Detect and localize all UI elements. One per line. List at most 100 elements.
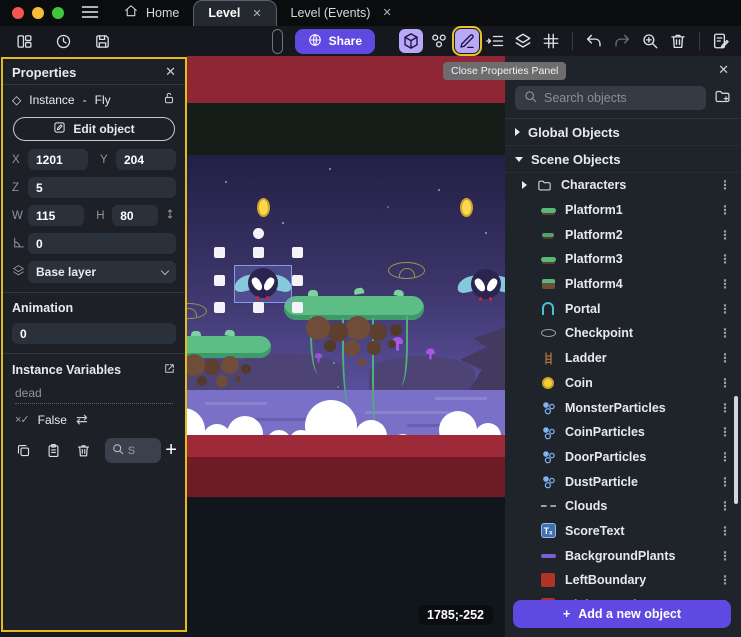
object-list-item-doorparticles[interactable]: DoorParticles⋮ [505,445,741,470]
object-list-item-backgroundplants[interactable]: BackgroundPlants⋮ [505,543,741,568]
objects-search-input[interactable] [544,91,697,105]
aspect-ratio-link-icon[interactable] [164,208,176,223]
animation-input[interactable] [12,323,176,344]
panels-icon[interactable] [12,29,36,53]
object-list-item-portal[interactable]: Portal⋮ [505,296,741,321]
coin-instance[interactable] [460,198,473,217]
kebab-menu-icon[interactable]: ⋮ [719,178,741,192]
objects-search[interactable] [515,86,706,110]
hamburger-menu-icon[interactable] [74,2,110,26]
object-list-item-platform2[interactable]: Platform2⋮ [505,222,741,247]
swap-value-icon[interactable]: ⇄ [76,411,88,428]
close-objects-panel-icon[interactable]: ✕ [718,62,729,78]
kebab-menu-icon[interactable]: ⋮ [719,228,741,242]
external-link-icon[interactable] [163,362,176,378]
kebab-menu-icon[interactable]: ⋮ [719,326,741,340]
y-input[interactable] [116,149,176,170]
variable-name[interactable]: dead [15,386,173,404]
redo-icon[interactable] [610,29,634,53]
grid-icon[interactable] [539,29,563,53]
z-input[interactable] [28,177,176,198]
object-list-item-scoretext[interactable]: TₓScoreText⋮ [505,519,741,544]
resize-handle[interactable] [292,247,303,258]
object-list-item-platform3[interactable]: Platform3⋮ [505,247,741,272]
history-icon[interactable] [51,29,75,53]
lock-open-icon[interactable] [162,91,176,108]
object-list-item-leftboundary[interactable]: LeftBoundary⋮ [505,568,741,593]
duplicate-variable-icon[interactable] [11,439,37,463]
width-input[interactable] [28,205,84,226]
delete-variable-icon[interactable] [71,439,97,463]
variable-search-input[interactable] [128,445,155,457]
object-list-item-ladder[interactable]: Ladder⋮ [505,346,741,371]
kebab-menu-icon[interactable]: ⋮ [719,277,741,291]
share-button[interactable]: Share [295,29,375,54]
close-tab-icon[interactable]: ✕ [382,6,391,19]
objects-scrollbar[interactable] [734,396,738,504]
kebab-menu-icon[interactable]: ⋮ [719,524,741,538]
objects-section-global-objects[interactable]: Global Objects [505,119,741,146]
tab-home[interactable]: Home [110,0,193,26]
checkpoint-instance[interactable] [388,262,425,279]
object-list-item-characters[interactable]: Characters⋮ [505,173,741,198]
undo-icon[interactable] [582,29,606,53]
kebab-menu-icon[interactable]: ⋮ [719,252,741,266]
scene-properties-icon[interactable] [709,29,733,53]
resize-handle[interactable] [292,302,303,313]
variable-value[interactable]: False [38,413,67,427]
fly-instance-selected[interactable] [236,267,290,307]
kebab-menu-icon[interactable]: ⋮ [719,376,741,390]
tab-level[interactable]: Level✕ [193,0,276,26]
coin-instance[interactable] [257,198,270,217]
object-list-item-platform4[interactable]: Platform4⋮ [505,272,741,297]
object-list-item-checkpoint[interactable]: Checkpoint⋮ [505,321,741,346]
add-folder-icon[interactable] [714,88,731,108]
resize-handle[interactable] [253,302,264,313]
object-list-item-clouds[interactable]: Clouds⋮ [505,494,741,519]
close-tab-icon[interactable]: ✕ [252,7,261,20]
layer-select[interactable]: Base layer [28,261,176,283]
resize-handle[interactable] [253,247,264,258]
height-input[interactable] [112,205,158,226]
resize-handle[interactable] [292,275,303,286]
object-list-item-platform1[interactable]: Platform1⋮ [505,198,741,223]
kebab-menu-icon[interactable]: ⋮ [719,549,741,563]
rotation-handle[interactable] [253,228,264,239]
variable-search[interactable] [105,438,162,463]
kebab-menu-icon[interactable]: ⋮ [719,573,741,587]
scene-bottom-boundary[interactable] [187,435,505,457]
kebab-menu-icon[interactable]: ⋮ [719,302,741,316]
add-new-object-button[interactable]: + Add a new object [513,600,731,628]
close-window-button[interactable] [12,7,24,19]
object-list-item-dustparticle[interactable]: DustParticle⋮ [505,469,741,494]
minimize-window-button[interactable] [32,7,44,19]
object-list-item-coinparticles[interactable]: CoinParticles⋮ [505,420,741,445]
trash-icon[interactable] [666,29,690,53]
edit-instance-icon[interactable] [455,29,479,53]
x-input[interactable] [28,149,88,170]
preview-button[interactable]: Preview [273,33,283,50]
object-group-icon[interactable] [427,29,451,53]
angle-input[interactable] [28,233,176,254]
resize-handle[interactable] [214,247,225,258]
objects-section-scene-objects[interactable]: Scene Objects [505,146,741,173]
add-variable-button[interactable]: + [165,439,177,462]
tab-level-events-[interactable]: Level (Events)✕ [277,0,406,26]
kebab-menu-icon[interactable]: ⋮ [719,203,741,217]
resize-handle[interactable] [214,302,225,313]
scene-canvas[interactable]: 1785;-252 [187,56,505,637]
layers-icon[interactable] [511,29,535,53]
close-properties-icon[interactable]: ✕ [165,64,176,80]
resize-handle[interactable] [214,275,225,286]
kebab-menu-icon[interactable]: ⋮ [719,351,741,365]
cube-3d-icon[interactable] [399,29,423,53]
object-list-item-monsterparticles[interactable]: MonsterParticles⋮ [505,395,741,420]
zoom-window-button[interactable] [52,7,64,19]
platform-instance[interactable] [187,336,271,408]
instances-list-icon[interactable] [483,29,507,53]
fly-instance[interactable] [459,268,505,308]
save-icon[interactable] [90,29,114,53]
edit-object-button[interactable]: Edit object [13,117,175,141]
zoom-in-icon[interactable] [638,29,662,53]
object-list-item-coin[interactable]: Coin⋮ [505,371,741,396]
